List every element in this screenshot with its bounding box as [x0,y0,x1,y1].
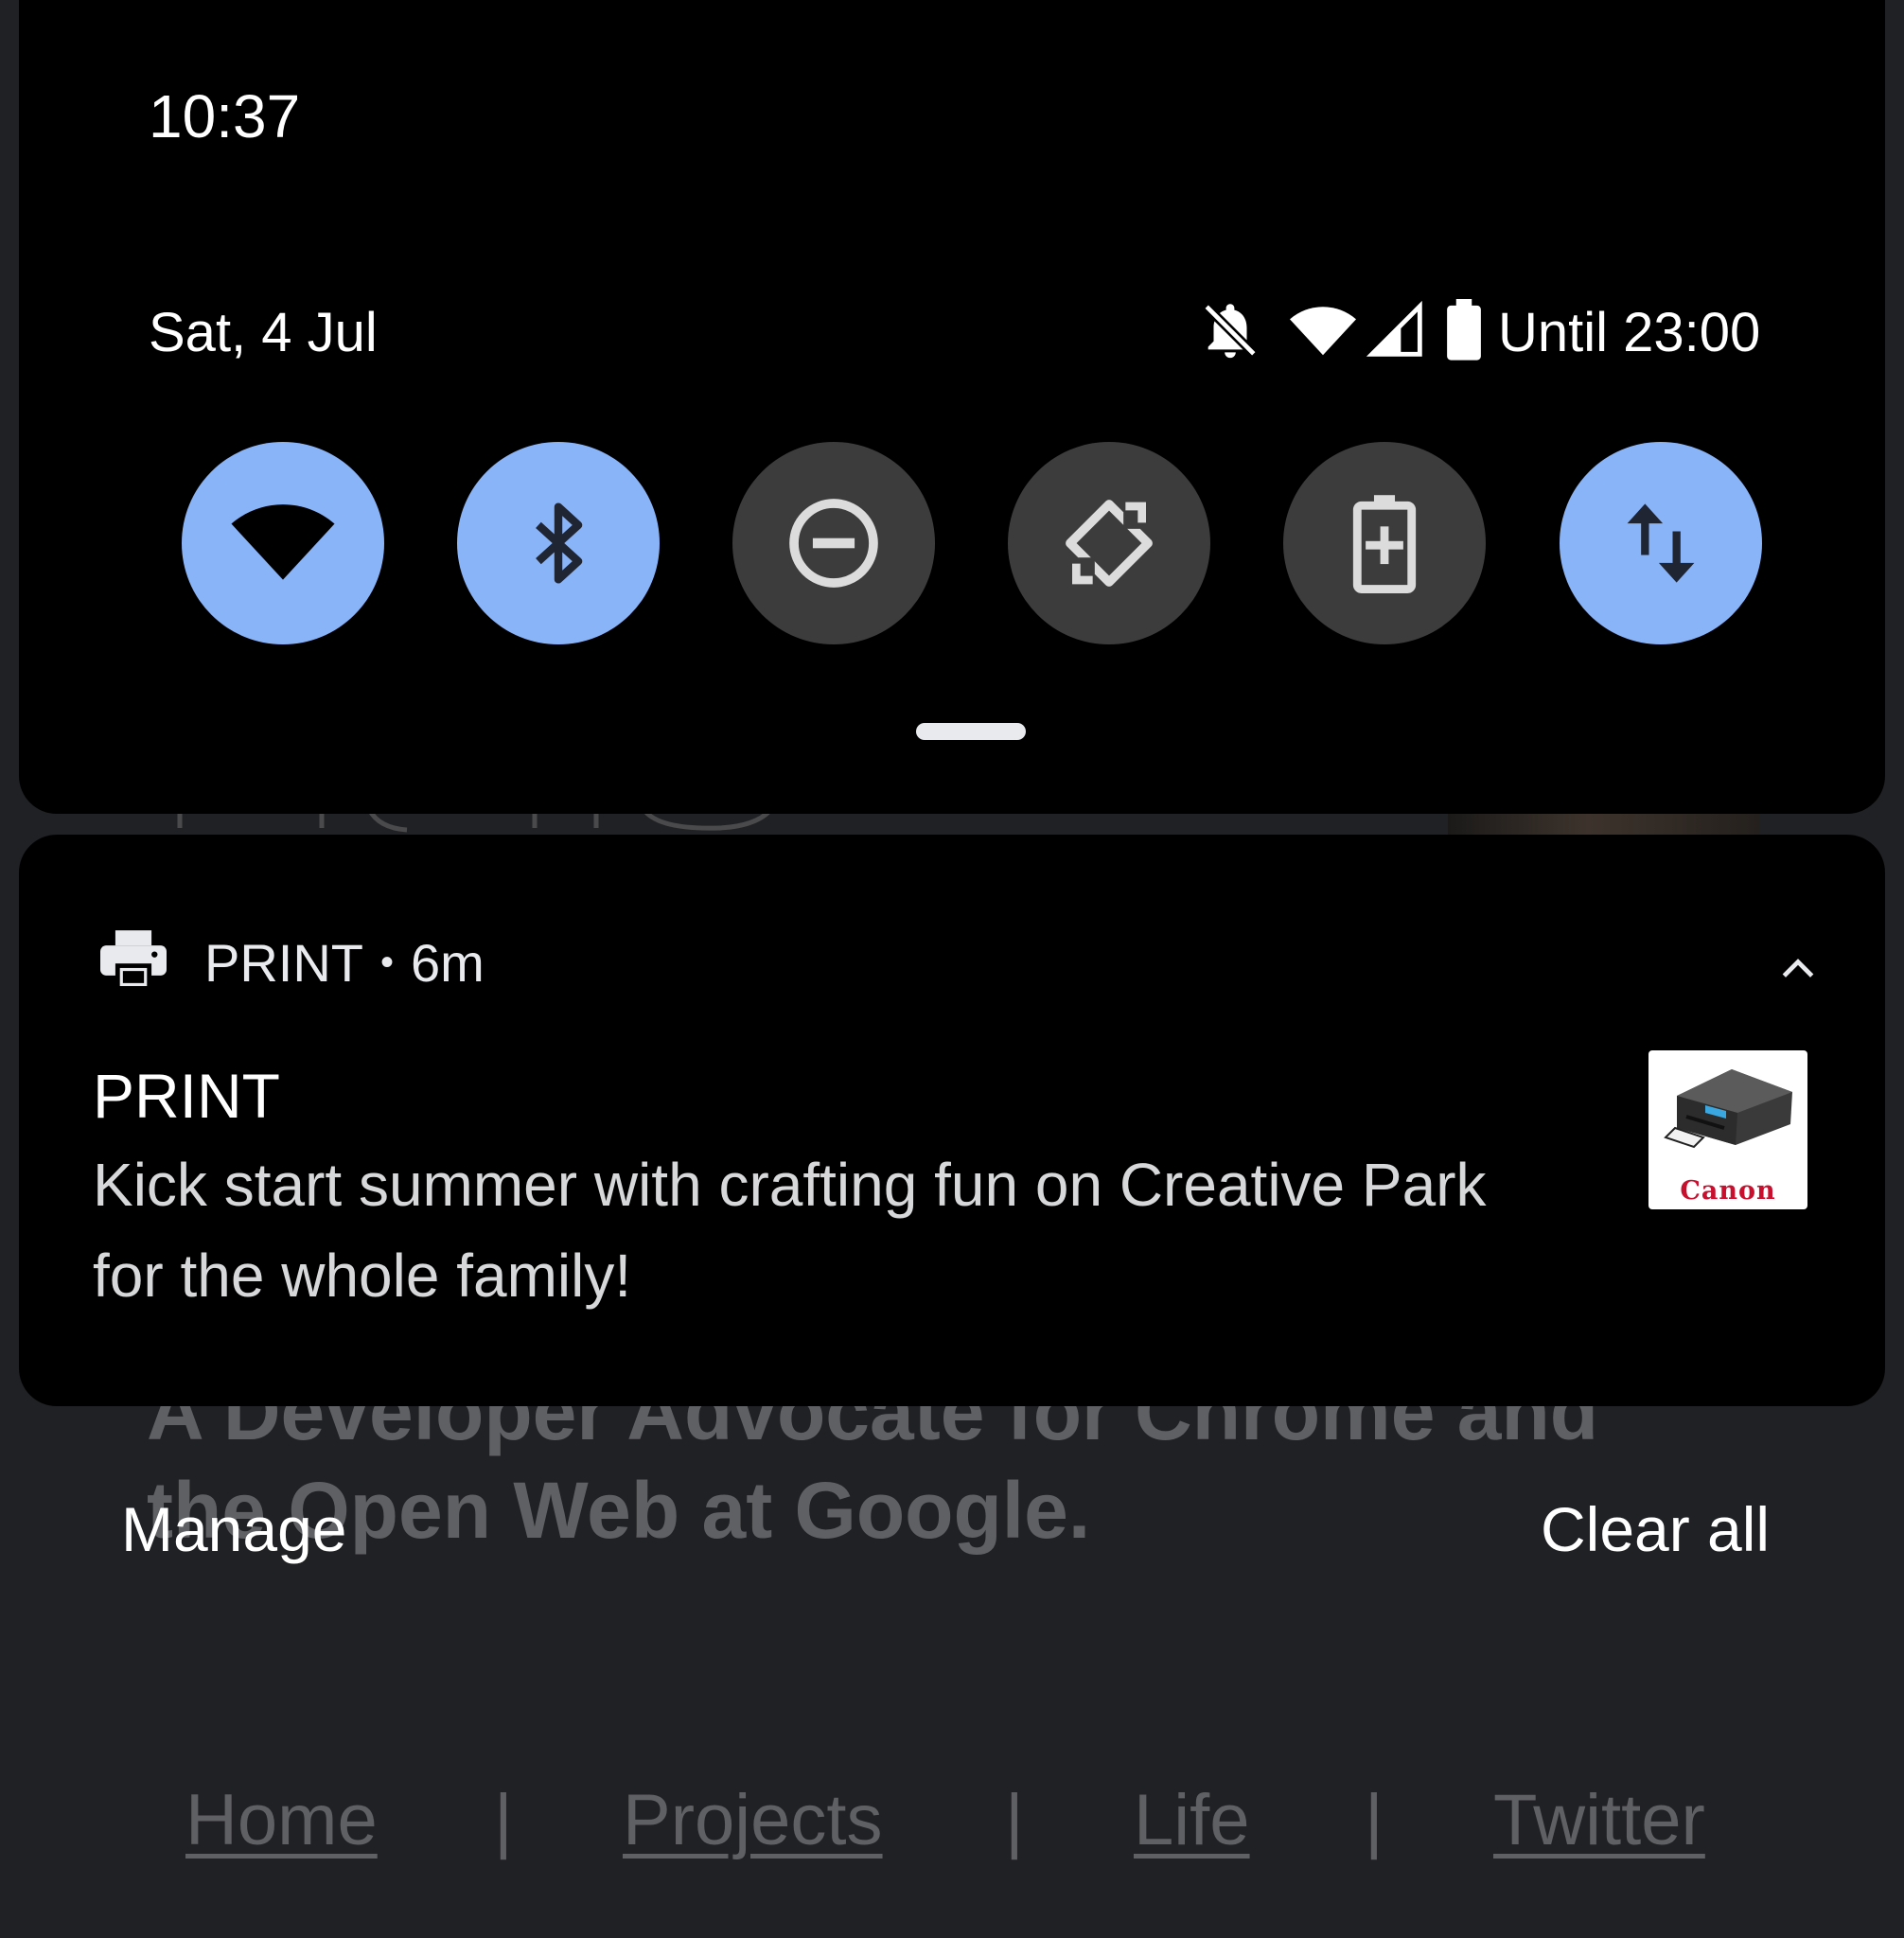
nav-link-projects[interactable]: Projects [623,1779,883,1861]
battery-saver-icon [1352,495,1417,593]
nav-separator: | [494,1780,513,1860]
panel-drag-handle[interactable] [916,723,1026,740]
background-nav: Home | Projects | Life | Twitter [0,1779,1904,1874]
notification-separator: • [380,941,395,983]
notification-header: PRINT • 6m [97,920,485,1005]
tile-auto-rotate[interactable] [1008,442,1210,644]
wifi-icon [231,504,335,580]
tile-wifi[interactable] [182,442,384,644]
chevron-up-icon [1782,959,1814,978]
tile-battery-saver[interactable] [1283,442,1486,644]
battery-time-remaining: Until 23:00 [1498,301,1761,363]
background-description-line: the Open Web at Google. [147,1466,1091,1555]
printer-icon [97,927,170,998]
nav-separator: | [1365,1780,1384,1860]
status-icons: Until 23:00 [1197,297,1760,367]
auto-rotate-icon [1066,500,1153,587]
bluetooth-icon [536,502,583,584]
do-not-disturb-icon [789,499,878,588]
notification-thumbnail: Canon [1648,1050,1807,1209]
tile-do-not-disturb[interactable] [732,442,935,644]
notification-app-name: PRINT [204,932,363,993]
wifi-icon [1286,297,1360,368]
notification-card[interactable]: PRINT • 6m PRINT Kick start summer with … [19,835,1885,1406]
tile-mobile-data[interactable] [1560,442,1762,644]
quick-settings-panel: 10:37 Sat, 4 Jul Until 23:00 [19,0,1885,814]
tile-bluetooth[interactable] [457,442,660,644]
mobile-data-icon [1627,503,1695,583]
notifications-off-icon [1197,297,1263,368]
notification-body: Kick start summer with crafting fun on C… [93,1151,1487,1310]
manage-notifications-button[interactable]: Manage [121,1493,347,1565]
cell-signal-icon [1366,300,1426,365]
clear-all-button[interactable]: Clear all [1541,1493,1770,1565]
clock[interactable]: 10:37 [149,81,300,151]
collapse-notification-button[interactable] [1751,929,1845,1005]
notification-age: 6m [411,932,485,993]
nav-link-home[interactable]: Home [185,1779,378,1861]
date[interactable]: Sat, 4 Jul [149,301,378,364]
canon-logo: Canon [1680,1176,1776,1206]
printer-illustration [1664,1069,1792,1149]
nav-link-twitter[interactable]: Twitter [1493,1779,1705,1861]
battery-icon [1443,298,1485,366]
nav-separator: | [1005,1780,1024,1860]
notification-title: PRINT [93,1061,280,1131]
quick-settings-tiles [182,442,1762,644]
nav-link-life[interactable]: Life [1134,1779,1250,1861]
